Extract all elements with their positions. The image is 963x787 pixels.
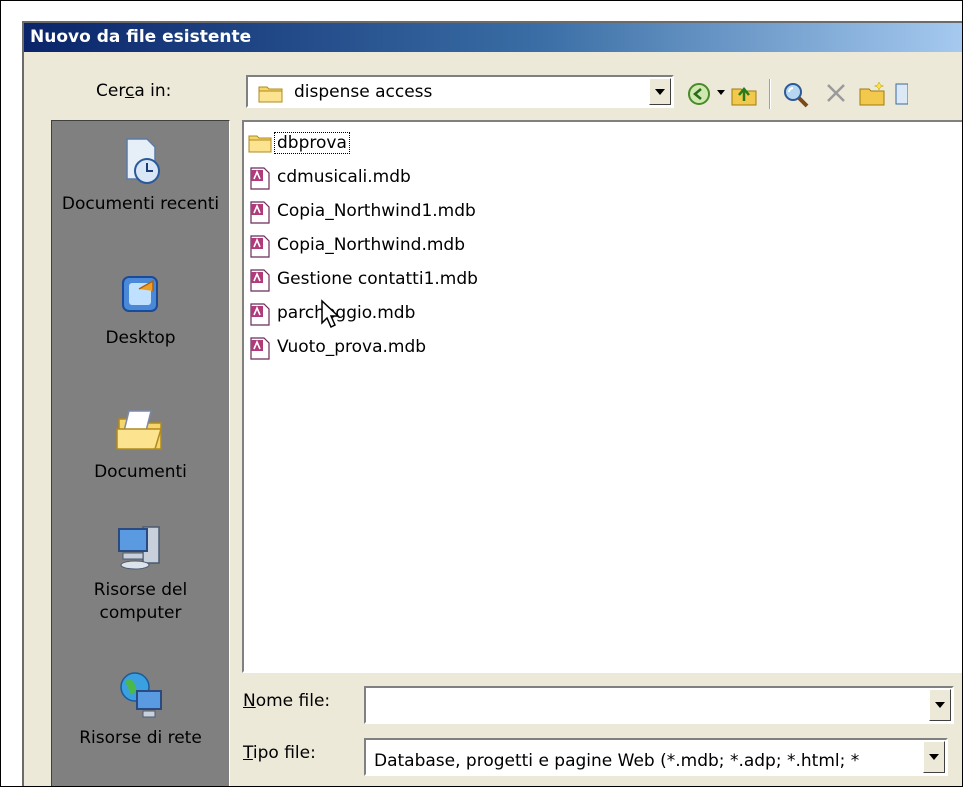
filename-label: Nome file:	[243, 691, 331, 711]
title-bar[interactable]: Nuovo da file esistente	[24, 23, 962, 52]
file-name: Copia_Northwind1.mdb	[277, 201, 476, 221]
access-db-icon	[250, 337, 270, 360]
delete-icon[interactable]	[824, 81, 848, 105]
screenshot-frame: Nuovo da file esistente Cerca in: dispen…	[0, 0, 963, 787]
back-icon[interactable]	[686, 81, 712, 107]
place-documents[interactable]: Documenti	[52, 401, 229, 484]
access-db-icon	[250, 303, 270, 326]
filetype-value: Database, progetti e pagine Web (*.mdb; …	[374, 751, 860, 771]
place-label: Desktop	[105, 328, 176, 348]
look-in-label: Cerca in:	[96, 81, 172, 101]
my-documents-icon	[115, 410, 162, 450]
look-in-value: dispense access	[294, 82, 433, 102]
open-file-dialog: Nuovo da file esistente Cerca in: dispen…	[22, 21, 962, 786]
place-my-computer[interactable]: Risorse del computer	[52, 519, 229, 625]
file-list[interactable]: dbprova cdmusicali.mdb Copia_Northwind1.…	[242, 120, 962, 673]
file-name: parcheggio.mdb	[277, 303, 416, 323]
up-folder-icon[interactable]	[730, 81, 758, 107]
mouse-cursor-icon	[321, 299, 340, 329]
filetype-combo[interactable]: Database, progetti e pagine Web (*.mdb; …	[364, 738, 948, 776]
recent-documents-icon	[125, 138, 160, 184]
file-name: Gestione contatti1.mdb	[277, 269, 478, 289]
folder-icon	[258, 86, 283, 103]
place-network[interactable]: Risorse di rete	[52, 667, 229, 750]
place-label: Documenti recenti	[61, 194, 220, 214]
access-db-icon	[250, 167, 270, 190]
dialog-title: Nuovo da file esistente	[30, 27, 252, 47]
folder-icon	[248, 135, 272, 153]
views-icon[interactable]	[894, 81, 908, 107]
filetype-label: Tipo file:	[243, 743, 316, 763]
file-name: cdmusicali.mdb	[277, 167, 411, 187]
look-in-combo[interactable]: dispense access	[246, 75, 674, 108]
desktop-icon	[121, 276, 158, 312]
filetype-dropdown-button[interactable]	[923, 741, 945, 773]
filename-dropdown-button[interactable]	[929, 689, 951, 721]
chevron-down-icon[interactable]	[716, 89, 726, 97]
access-db-icon	[250, 269, 270, 292]
place-recent-documents[interactable]: Documenti recenti	[52, 133, 229, 216]
places-bar: Documenti recenti Desktop Documenti Riso…	[51, 120, 230, 786]
access-db-icon	[250, 235, 270, 258]
look-in-dropdown-button[interactable]	[649, 78, 671, 105]
toolbar-separator	[769, 79, 771, 109]
search-web-icon[interactable]	[782, 81, 810, 109]
network-places-icon	[119, 672, 162, 718]
place-label: Documenti	[94, 462, 187, 482]
file-name: dbprova	[274, 132, 350, 154]
place-label: Risorse del computer	[93, 580, 188, 623]
file-name: Vuoto_prova.mdb	[277, 337, 427, 357]
my-computer-icon	[117, 526, 160, 570]
access-db-icon	[250, 201, 270, 224]
place-desktop[interactable]: Desktop	[52, 267, 229, 350]
file-name: Copia_Northwind.mdb	[277, 235, 465, 255]
filename-combo[interactable]	[364, 686, 954, 724]
place-label: Risorse di rete	[79, 728, 202, 748]
new-folder-icon[interactable]	[858, 81, 886, 107]
